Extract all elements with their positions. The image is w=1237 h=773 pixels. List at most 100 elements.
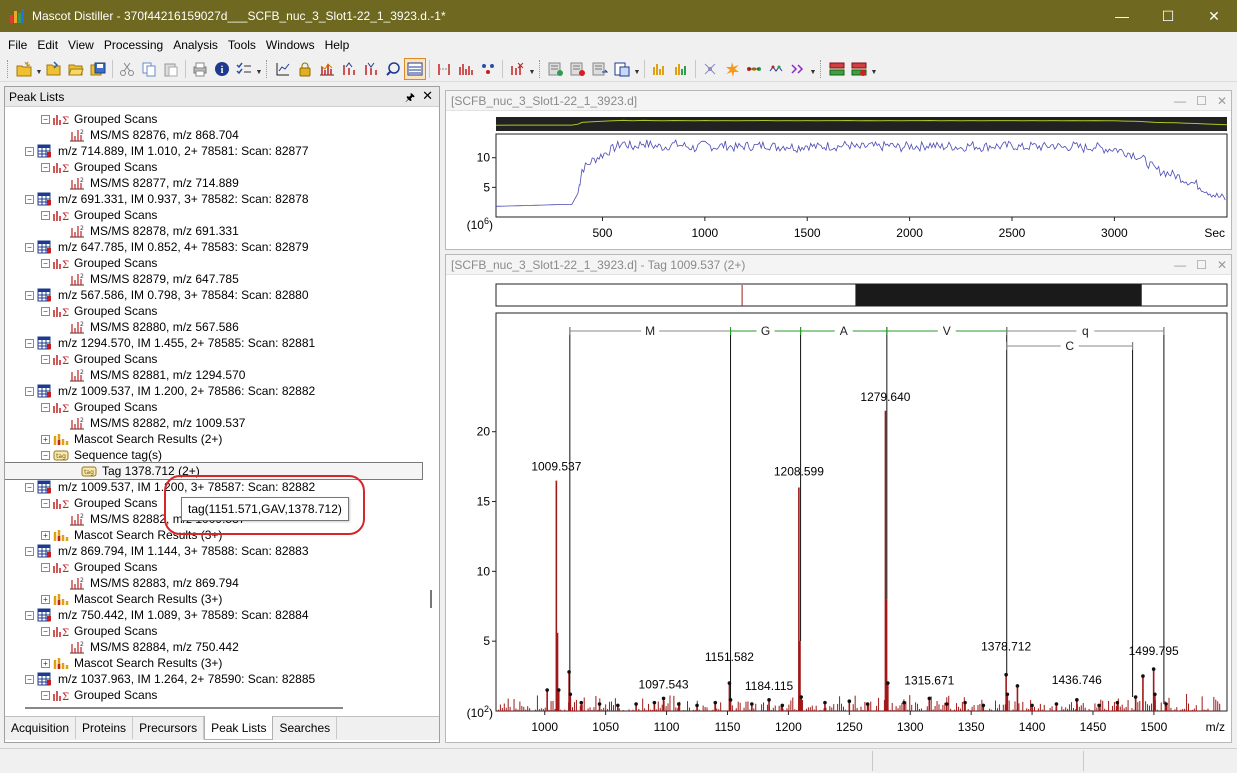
toolbar-grip[interactable] <box>266 60 269 78</box>
tree-item[interactable]: 2 MS/MS 82878, m/z 691.331 <box>57 223 239 239</box>
new-project-icon[interactable] <box>14 59 34 79</box>
menu-tools[interactable]: Tools <box>223 38 261 52</box>
tree-item[interactable]: − Σ Grouped Scans <box>41 159 157 175</box>
tree-item[interactable]: + Mascot Search Results (2+) <box>41 431 222 447</box>
filter-dropdown-icon[interactable]: ▼ <box>528 59 536 79</box>
tab-peak-lists[interactable]: Peak Lists <box>204 716 274 740</box>
peak-list-tree[interactable]: − Σ Grouped Scans 2 MS/MS 82876, m/z 868.704… <box>5 108 423 704</box>
maximize-icon[interactable]: ☐ <box>1145 0 1191 32</box>
open-file-icon[interactable] <box>44 59 64 79</box>
tree-item[interactable]: 2 MS/MS 82883, m/z 869.794 <box>57 575 239 591</box>
tree-item[interactable]: − Σ Grouped Scans <box>41 623 157 639</box>
menu-analysis[interactable]: Analysis <box>168 38 223 52</box>
zoom-reset-icon[interactable] <box>383 59 403 79</box>
molecule-icon[interactable] <box>700 59 720 79</box>
collapse-icon[interactable]: − <box>25 338 34 348</box>
collapse-icon[interactable]: − <box>25 290 34 300</box>
tree-item[interactable]: − Σ Grouped Scans <box>41 495 157 511</box>
tree-item[interactable]: − m/z 567.586, IM 0.798, 3+ 78584: Scan: … <box>25 287 309 303</box>
chain-icon[interactable] <box>744 59 764 79</box>
checklist-icon[interactable] <box>234 59 254 79</box>
tree-item[interactable]: − m/z 1294.570, IM 1.455, 2+ 78585: Scan:… <box>25 335 315 351</box>
collapse-icon[interactable]: − <box>25 386 34 396</box>
tab-precursors[interactable]: Precursors <box>133 717 205 739</box>
tree-item[interactable]: − m/z 1009.537, IM 1.200, 2+ 78586: Scan:… <box>25 383 315 399</box>
expand-icon[interactable]: + <box>41 594 50 604</box>
close-icon[interactable]: ✕ <box>1217 94 1227 108</box>
collapse-icon[interactable]: − <box>41 498 50 508</box>
menu-edit[interactable]: Edit <box>32 38 63 52</box>
collapse-icon[interactable]: − <box>25 146 34 156</box>
menu-processing[interactable]: Processing <box>99 38 168 52</box>
multi-peptide-icon[interactable] <box>766 59 786 79</box>
print-icon[interactable] <box>190 59 210 79</box>
paste-icon[interactable] <box>161 59 181 79</box>
collapse-icon[interactable]: − <box>41 690 50 700</box>
minimize-icon[interactable]: — <box>1099 0 1145 32</box>
tree-item[interactable]: 2 MS/MS 82876, m/z 868.704 <box>57 127 239 143</box>
tree-item[interactable]: 2 MS/MS 82881, m/z 1294.570 <box>57 367 245 383</box>
maximize-icon[interactable]: ☐ <box>1196 94 1207 108</box>
collapse-icon[interactable]: − <box>25 482 34 492</box>
tree-item[interactable]: 2 MS/MS 82880, m/z 567.586 <box>57 319 239 335</box>
collapse-icon[interactable]: − <box>41 114 50 124</box>
remove-search-icon[interactable] <box>568 59 588 79</box>
pipeline-dropdown-icon[interactable]: ▼ <box>809 59 817 79</box>
collapse-icon[interactable]: − <box>41 450 50 460</box>
layout-dropdown-icon[interactable]: ▼ <box>633 59 641 79</box>
close-pane-icon[interactable]: ✕ <box>422 88 433 104</box>
collapse-icon[interactable]: − <box>25 242 34 252</box>
tree-item[interactable]: − tag Sequence tag(s) <box>41 447 162 463</box>
peak-up-icon[interactable] <box>339 59 359 79</box>
tree-item[interactable]: − m/z 714.889, IM 1.010, 2+ 78581: Scan: … <box>25 143 309 159</box>
tree-item[interactable]: 2 MS/MS 82884, m/z 750.442 <box>57 639 239 655</box>
cut-icon[interactable] <box>117 59 137 79</box>
tree-item[interactable]: − Σ Grouped Scans <box>41 255 157 271</box>
collapse-icon[interactable]: − <box>25 546 34 556</box>
deconvolute-icon[interactable] <box>456 59 476 79</box>
tree-item[interactable]: − m/z 869.794, IM 1.144, 3+ 78588: Scan: … <box>25 543 309 559</box>
pin-icon[interactable]: 🖈 <box>405 89 415 108</box>
toolbar-grip[interactable] <box>7 60 10 78</box>
bar-chart-icon[interactable] <box>649 59 669 79</box>
collapse-icon[interactable]: − <box>41 562 50 572</box>
search-settings-icon[interactable] <box>590 59 610 79</box>
tree-item[interactable]: − Σ Grouped Scans <box>41 687 157 703</box>
close-icon[interactable]: ✕ <box>1217 258 1227 272</box>
collapse-icon[interactable]: − <box>25 610 34 620</box>
tree-item[interactable]: − Σ Grouped Scans <box>41 303 157 319</box>
tree-item[interactable]: + Mascot Search Results (3+) <box>41 655 222 671</box>
expand-icon[interactable]: + <box>41 658 50 668</box>
tree-item[interactable]: − m/z 691.331, IM 0.937, 3+ 78582: Scan: … <box>25 191 309 207</box>
axis-scale-icon[interactable] <box>273 59 293 79</box>
copy-icon[interactable] <box>139 59 159 79</box>
menu-windows[interactable]: Windows <box>261 38 320 52</box>
collapse-icon[interactable]: − <box>41 306 50 316</box>
collapse-icon[interactable]: − <box>41 354 50 364</box>
report-settings-icon[interactable] <box>849 59 869 79</box>
open-folder-icon[interactable] <box>66 59 86 79</box>
minimize-icon[interactable]: — <box>1174 258 1186 272</box>
spectrum-view-icon[interactable] <box>404 58 426 80</box>
close-icon[interactable]: ✕ <box>1191 0 1237 32</box>
layout-icon[interactable] <box>612 59 632 79</box>
collapse-icon[interactable]: − <box>41 402 50 412</box>
tree-horizontal-scrollbar[interactable] <box>25 707 343 709</box>
collapse-icon[interactable]: − <box>41 258 50 268</box>
bar-chart-alt-icon[interactable] <box>671 59 691 79</box>
filter-peaks-icon[interactable] <box>507 59 527 79</box>
peak-down-icon[interactable] <box>361 59 381 79</box>
tree-item[interactable]: + Mascot Search Results (3+) <box>41 591 222 607</box>
tree-item[interactable]: − m/z 1037.963, IM 1.264, 2+ 78590: Scan:… <box>25 671 315 687</box>
collapse-icon[interactable]: − <box>25 194 34 204</box>
process-peaks-icon[interactable] <box>434 59 454 79</box>
tree-item[interactable]: − Σ Grouped Scans <box>41 559 157 575</box>
tree-item[interactable]: − Σ Grouped Scans <box>41 207 157 223</box>
tree-item[interactable]: − Σ Grouped Scans <box>41 399 157 415</box>
toolbar-grip[interactable] <box>539 60 542 78</box>
checklist-dropdown-icon[interactable]: ▼ <box>255 59 263 79</box>
collapse-icon[interactable]: − <box>25 674 34 684</box>
tree-vertical-scrollbar[interactable] <box>425 108 439 704</box>
lock-icon[interactable] <box>295 59 315 79</box>
chromatogram-chart[interactable]: 10 5 (106) 500 1000 1500 2000 2500 3000 Sec <box>446 112 1231 249</box>
